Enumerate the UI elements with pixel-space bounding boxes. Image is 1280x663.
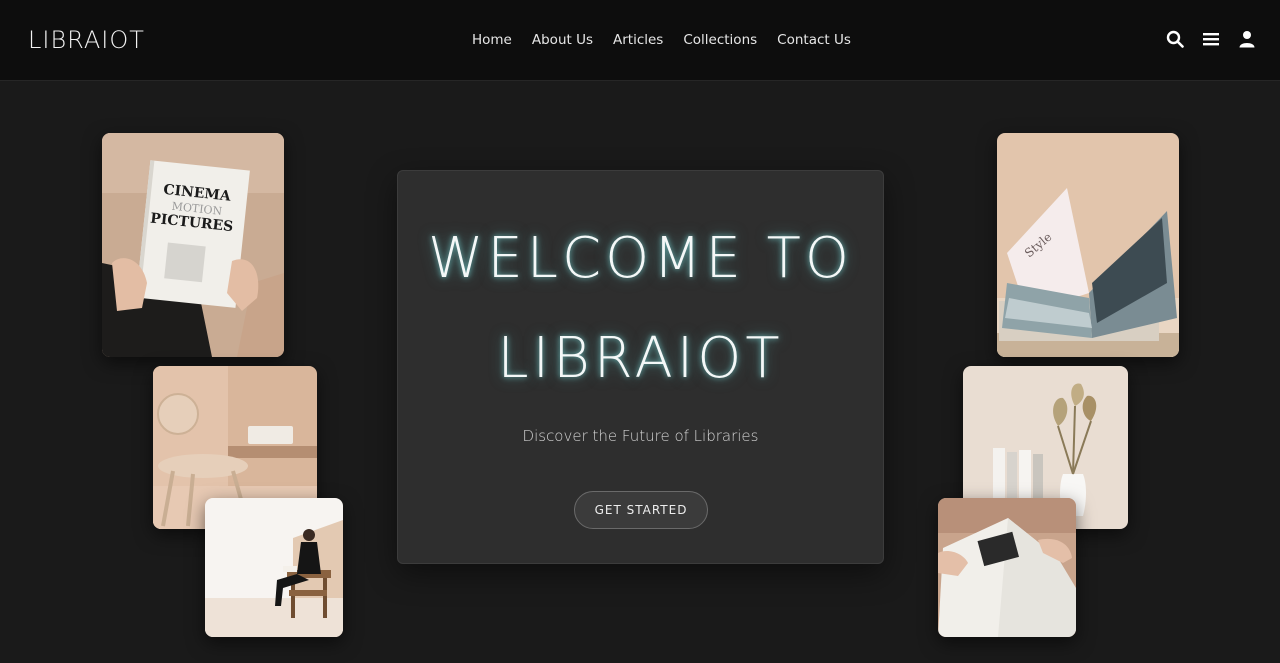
photo-woman-reading: [205, 498, 343, 637]
hero-title-line2: LIBRAIOT: [497, 326, 784, 391]
hero-subtitle: Discover the Future of Libraries: [522, 427, 759, 445]
nav-about-us[interactable]: About Us: [532, 32, 593, 48]
photo-cinema-book: CINEMA MOTION PICTURES: [102, 133, 284, 357]
photo-open-magazine: Style: [997, 133, 1179, 357]
get-started-button[interactable]: GET STARTED: [574, 491, 708, 529]
search-icon[interactable]: [1166, 30, 1184, 48]
nav-articles[interactable]: Articles: [613, 32, 663, 48]
brand-logo[interactable]: LIBRAIOT: [28, 26, 145, 54]
site-header: LIBRAIOT Home About Us Articles Collecti…: [0, 0, 1280, 81]
main-nav: Home About Us Articles Collections Conta…: [472, 32, 851, 48]
nav-contact-us[interactable]: Contact Us: [777, 32, 851, 48]
nav-home[interactable]: Home: [472, 32, 512, 48]
user-icon[interactable]: [1238, 30, 1256, 48]
hero-title-line1: WELCOME TO: [428, 226, 853, 291]
header-icons: [1166, 30, 1256, 48]
photo-open-book-hands: [938, 498, 1076, 637]
menu-icon[interactable]: [1202, 30, 1220, 48]
nav-collections[interactable]: Collections: [683, 32, 757, 48]
hero-card: WELCOME TO LIBRAIOT Discover the Future …: [397, 170, 884, 564]
